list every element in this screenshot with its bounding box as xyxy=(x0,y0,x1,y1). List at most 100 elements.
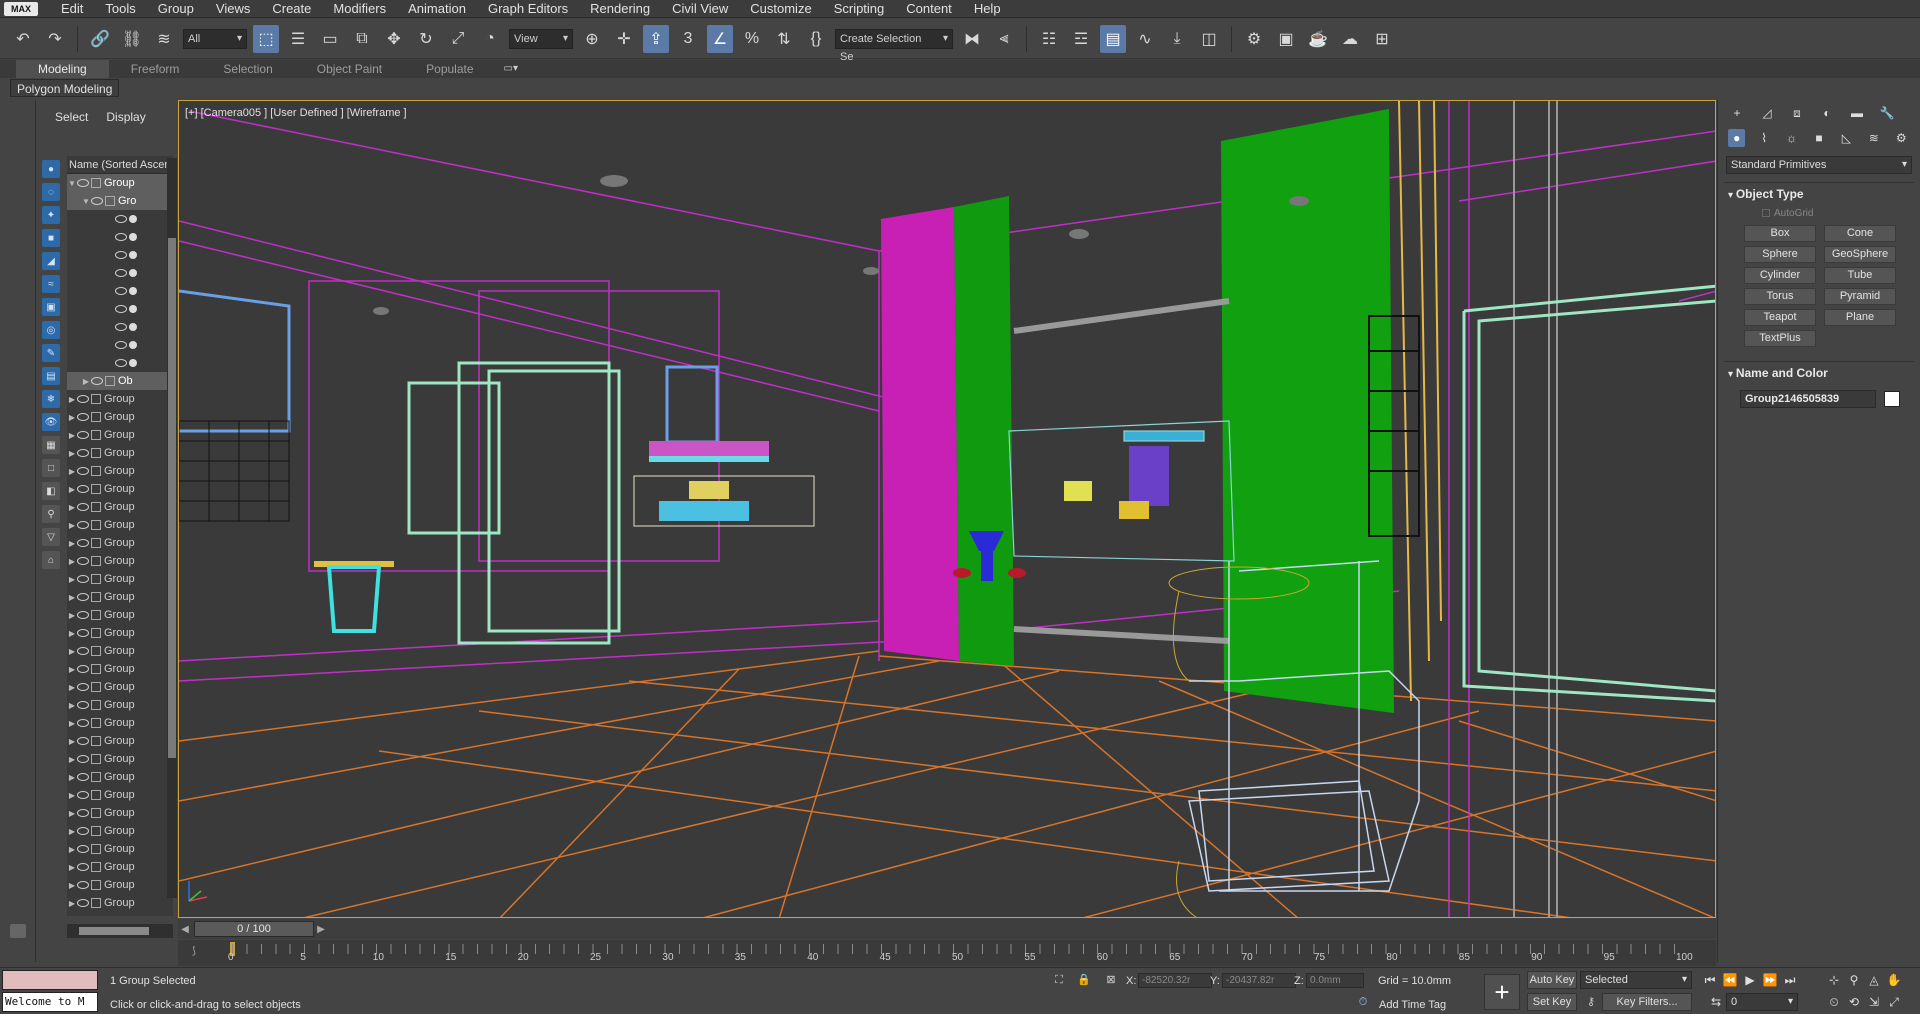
menu-scripting[interactable]: Scripting xyxy=(823,0,896,18)
expand-arrow-icon[interactable]: ▶ xyxy=(67,449,77,458)
polygon-modeling-panel[interactable]: Polygon Modeling xyxy=(10,79,120,97)
visibility-eye-icon[interactable] xyxy=(77,881,89,889)
tab-freeform[interactable]: Freeform xyxy=(109,60,202,78)
time-slider[interactable]: ◀ 0 / 100 ▶ xyxy=(178,919,1716,939)
undo-icon[interactable]: ↶ xyxy=(10,25,36,53)
cameras-category-icon[interactable]: ■ xyxy=(1810,129,1827,147)
scale-icon[interactable]: ⤢ xyxy=(445,25,471,53)
named-selection-sets-dropdown[interactable]: Create Selection Se xyxy=(835,28,953,63)
plane-button[interactable]: Plane xyxy=(1824,309,1896,326)
scene-object-row[interactable]: ▶ Group xyxy=(67,390,173,408)
expand-arrow-icon[interactable]: ▶ xyxy=(67,881,77,890)
expand-arrow-icon[interactable]: ▶ xyxy=(67,431,77,440)
scene-object-row[interactable]: ▶ Group xyxy=(67,732,173,750)
scene-object-row[interactable]: ▶ Group xyxy=(67,876,173,894)
menu-content[interactable]: Content xyxy=(895,0,963,18)
menu-group[interactable]: Group xyxy=(147,0,205,18)
expand-arrow-icon[interactable]: ▶ xyxy=(67,755,77,764)
visibility-eye-icon[interactable] xyxy=(77,521,89,529)
object-color-swatch[interactable] xyxy=(1884,391,1900,407)
expand-arrow-icon[interactable]: ▶ xyxy=(67,683,77,692)
lights-filter-icon[interactable]: ✦ xyxy=(42,206,60,224)
scene-object-row[interactable]: ▶ Group xyxy=(67,804,173,822)
visibility-eye-icon[interactable] xyxy=(77,467,89,475)
visibility-eye-icon[interactable] xyxy=(77,719,89,727)
scene-object-row[interactable] xyxy=(67,246,173,264)
xrefs-filter-icon[interactable]: ◎ xyxy=(42,321,60,339)
visibility-eye-icon[interactable] xyxy=(115,341,127,349)
object-type-title[interactable]: Object Type xyxy=(1724,183,1914,205)
visibility-eye-icon[interactable] xyxy=(77,791,89,799)
material-editor-icon[interactable]: ◫ xyxy=(1196,25,1222,53)
maxscript-listener-field[interactable] xyxy=(2,970,98,990)
visibility-eye-icon[interactable] xyxy=(115,287,127,295)
name-and-color-title[interactable]: Name and Color xyxy=(1724,362,1914,384)
visibility-eye-icon[interactable] xyxy=(77,827,89,835)
absolute-mode-icon[interactable]: ⊠ xyxy=(1104,974,1118,986)
scene-object-row[interactable]: ▶ Group xyxy=(67,462,173,480)
menu-modifiers[interactable]: Modifiers xyxy=(322,0,397,18)
visibility-eye-icon[interactable] xyxy=(77,575,89,583)
rendered-frame-window-icon[interactable]: ▣ xyxy=(1273,25,1299,53)
auto-key-button[interactable]: Auto Key xyxy=(1527,971,1577,989)
tab-modeling[interactable]: Modeling xyxy=(16,60,109,78)
window-crossing-icon[interactable]: ⧉ xyxy=(349,25,375,53)
expand-arrow-icon[interactable]: ▶ xyxy=(67,521,77,530)
sphere-button[interactable]: Sphere xyxy=(1744,246,1816,263)
maxscript-mini-listener[interactable]: Welcome to M xyxy=(2,992,98,1012)
scene-object-row[interactable]: ▶ Group xyxy=(67,552,173,570)
textplus-button[interactable]: TextPlus xyxy=(1744,330,1816,347)
app-logo[interactable]: MAX xyxy=(4,1,38,16)
visibility-eye-icon[interactable] xyxy=(77,665,89,673)
scene-object-row[interactable]: ▶ Group xyxy=(67,444,173,462)
expand-arrow-icon[interactable]: ▶ xyxy=(67,701,77,710)
visibility-eye-icon[interactable] xyxy=(77,485,89,493)
next-frame-icon[interactable]: ⏩ xyxy=(1762,972,1778,988)
primitive-type-dropdown[interactable]: Standard Primitives xyxy=(1726,156,1912,174)
shapes-filter-icon[interactable]: ◌ xyxy=(42,183,60,201)
find-icon[interactable]: ⚲ xyxy=(42,505,60,523)
visibility-eye-icon[interactable] xyxy=(77,683,89,691)
visibility-eye-icon[interactable] xyxy=(77,845,89,853)
expand-arrow-icon[interactable]: ▶ xyxy=(67,611,77,620)
select-object-icon[interactable]: ⬚ xyxy=(253,24,279,53)
visibility-eye-icon[interactable] xyxy=(77,395,89,403)
current-frame-field[interactable]: 0 xyxy=(1726,993,1798,1011)
expand-arrow-icon[interactable]: ▶ xyxy=(67,827,77,836)
spacewarps-category-icon[interactable]: ≋ xyxy=(1865,129,1882,147)
set-key-button[interactable]: Set Key xyxy=(1527,993,1577,1011)
expand-arrow-icon[interactable]: ▶ xyxy=(67,413,77,422)
visibility-eye-icon[interactable] xyxy=(77,647,89,655)
scene-object-row[interactable]: ▶ Group xyxy=(67,570,173,588)
bind-spacewarp-icon[interactable]: ≋ xyxy=(151,25,177,53)
percent-snap-icon[interactable]: % xyxy=(739,25,765,53)
a360-gallery-icon[interactable]: ⊞ xyxy=(1369,25,1395,53)
key-filters-button[interactable]: Key Filters... xyxy=(1602,993,1692,1011)
hierarchy-tab-icon[interactable]: ⧈ xyxy=(1788,104,1806,122)
scene-object-row[interactable] xyxy=(67,336,173,354)
move-icon[interactable]: ✥ xyxy=(381,25,407,53)
expand-arrow-icon[interactable]: ▶ xyxy=(67,485,77,494)
box-button[interactable]: Box xyxy=(1744,225,1816,242)
containers-filter-icon[interactable]: ▤ xyxy=(42,367,60,385)
explorer-tab-display[interactable]: Display xyxy=(106,110,145,124)
visibility-eye-icon[interactable] xyxy=(77,809,89,817)
rotate-icon[interactable]: ↻ xyxy=(413,25,439,53)
scene-object-row[interactable] xyxy=(67,300,173,318)
visibility-eye-icon[interactable] xyxy=(77,737,89,745)
maximize-viewport-icon[interactable]: ⤢ xyxy=(1886,994,1902,1010)
key-mode-toggle-icon[interactable]: ⇆ xyxy=(1708,994,1724,1010)
expand-arrow-icon[interactable]: ▶ xyxy=(67,809,77,818)
time-tag-icon[interactable]: ⏱ xyxy=(1356,996,1370,1008)
selection-lock-icon[interactable]: 🔒 xyxy=(1077,974,1091,986)
expand-arrow-icon[interactable]: ▶ xyxy=(67,629,77,638)
display-none-icon[interactable]: □ xyxy=(42,459,60,477)
bones-filter-icon[interactable]: ✎ xyxy=(42,344,60,362)
utilities-tab-icon[interactable]: 🔧 xyxy=(1878,104,1896,122)
expand-arrow-icon[interactable]: ▶ xyxy=(67,557,77,566)
go-to-start-icon[interactable]: ⏮ xyxy=(1702,972,1718,988)
expand-panel-icon[interactable] xyxy=(10,924,26,938)
walk-through-icon[interactable]: ⇲ xyxy=(1866,994,1882,1010)
layer-icon[interactable]: ⌂ xyxy=(42,551,60,569)
autogrid-check[interactable] xyxy=(1762,209,1770,217)
